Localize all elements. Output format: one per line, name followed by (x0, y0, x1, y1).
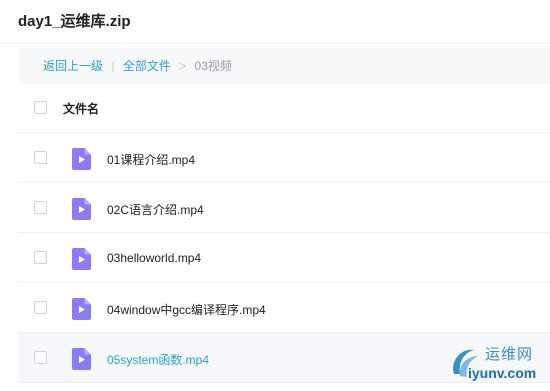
breadcrumb-current-folder: 03视频 (194, 59, 232, 73)
video-file-icon (72, 148, 91, 170)
breadcrumb-arrow: > (179, 59, 187, 73)
breadcrumb-separator: | (111, 59, 115, 73)
breadcrumb-all-files-link[interactable]: 全部文件 (123, 59, 171, 73)
breadcrumb-back-link[interactable]: 返回上一级 (43, 59, 103, 73)
watermark-domain: iyunv.com (468, 365, 537, 381)
video-file-icon (72, 248, 91, 270)
row-checkbox[interactable] (34, 301, 47, 314)
file-name[interactable]: 02C语言介绍.mp4 (107, 201, 204, 218)
file-name[interactable]: 04window中gcc编译程序.mp4 (107, 301, 266, 318)
watermark-site-name: 运维网 (485, 346, 534, 363)
title-bar: day1_运维库.zip (0, 0, 550, 44)
video-file-icon (72, 348, 91, 370)
row-checkbox[interactable] (34, 201, 47, 214)
row-checkbox[interactable] (34, 351, 47, 364)
file-row[interactable]: 02C语言介绍.mp4 (18, 183, 550, 233)
file-row[interactable]: 03helloworld.mp4 (18, 233, 550, 283)
breadcrumb: 返回上一级 | 全部文件 > 03视频 (18, 48, 550, 84)
select-all-checkbox[interactable] (34, 101, 47, 114)
file-row[interactable]: 01课程介绍.mp4 (18, 133, 550, 183)
file-row[interactable]: 04window中gcc编译程序.mp4 (18, 283, 550, 333)
row-checkbox[interactable] (34, 151, 47, 164)
file-list: 文件名 01课程介绍.mp4 02C语言介绍.mp4 03helloworld.… (18, 83, 550, 383)
video-file-icon (72, 298, 91, 320)
file-browser-page: day1_运维库.zip 返回上一级 | 全部文件 > 03视频 文件名 01课… (0, 0, 550, 391)
row-checkbox[interactable] (34, 251, 47, 264)
file-name[interactable]: 05system函数.mp4 (107, 351, 209, 368)
video-file-icon (72, 198, 91, 220)
file-name[interactable]: 03helloworld.mp4 (107, 251, 201, 265)
file-list-header: 文件名 (18, 83, 550, 133)
archive-title: day1_运维库.zip (18, 13, 131, 30)
filename-column-header: 文件名 (63, 102, 100, 116)
watermark-logo: 运维网 iyunv.com (448, 342, 550, 386)
file-name[interactable]: 01课程介绍.mp4 (107, 151, 195, 168)
